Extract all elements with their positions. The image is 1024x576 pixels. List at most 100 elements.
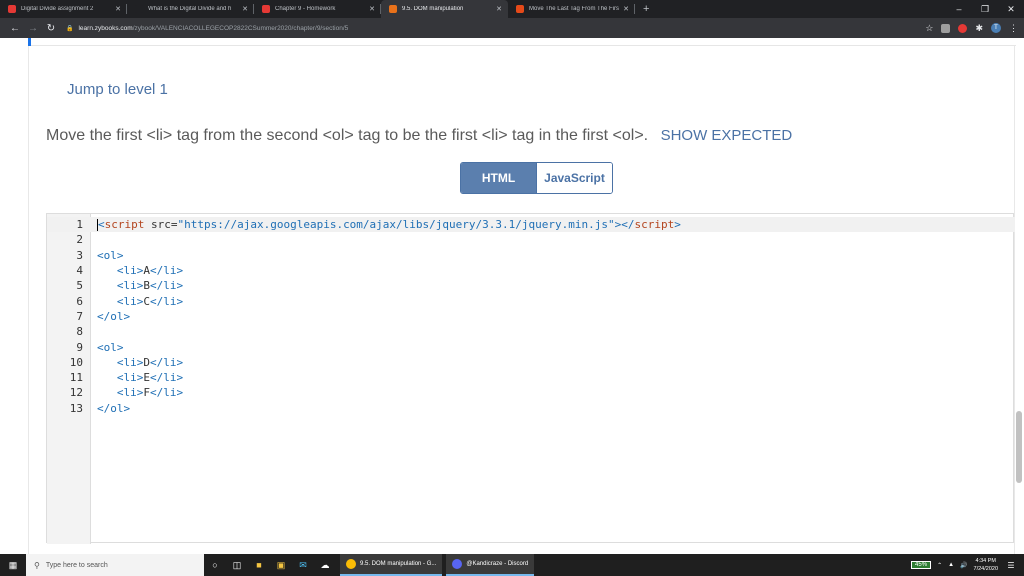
windows-start-icon[interactable]: ▦	[0, 554, 26, 576]
code-token: <li>	[97, 279, 144, 293]
code-token: ></	[614, 218, 635, 232]
windows-taskbar: ▦ ⚲ Type here to search ○ ◫ ■ ▣ ✉ ☁ 9.5.…	[0, 554, 1024, 576]
extension-icon[interactable]	[941, 23, 951, 33]
show-expected-button[interactable]: SHOW EXPECTED	[661, 127, 793, 144]
line-number: 11	[69, 371, 83, 385]
close-tab-icon[interactable]: ✕	[496, 5, 502, 13]
code-token: script	[634, 218, 675, 232]
code-line[interactable]: 6 <li>C</li>	[47, 293, 1015, 308]
line-number: 1	[76, 218, 83, 232]
clock[interactable]: 4:34 PM 7/24/2020	[974, 557, 998, 573]
browser-tab[interactable]: Move The Last Tag From The Firs ✕	[508, 0, 635, 18]
code-token: B	[143, 279, 150, 293]
zy-icon	[389, 5, 397, 13]
close-tab-icon[interactable]: ✕	[242, 5, 248, 13]
volume-icon[interactable]: 🔊	[960, 562, 967, 569]
line-code: <li>E</li>	[97, 371, 183, 384]
page-scrollbar[interactable]	[1016, 411, 1022, 483]
taskbar-apps: 9.5. DOM manipulation - G... @Kandicraze …	[336, 554, 535, 576]
code-line[interactable]: 5 <li>B</li>	[47, 278, 1015, 293]
code-token: </li>	[149, 371, 184, 385]
tray-chevron-icon[interactable]: ⌃	[937, 562, 942, 569]
m-icon	[135, 5, 143, 13]
taskbar-app[interactable]: 9.5. DOM manipulation - G...	[340, 554, 443, 576]
code-line[interactable]: 10 <li>D</li>	[47, 355, 1015, 370]
line-code: </ol>	[97, 310, 130, 323]
browser-tab[interactable]: What is the Digital Divide and h ✕	[127, 0, 254, 18]
forward-icon[interactable]: →	[24, 23, 42, 34]
extensions-puzzle-icon[interactable]: ✱	[975, 23, 983, 34]
browser-tab[interactable]: 9.5. DOM manipulation ✕	[381, 0, 508, 18]
code-token: <li>	[97, 294, 144, 308]
browser-tab[interactable]: Digital Divide assignment 2 ✕	[0, 0, 127, 18]
tab-title: What is the Digital Divide and h	[148, 6, 232, 12]
line-code: <li>A</li>	[97, 264, 183, 277]
line-code: <li>F</li>	[97, 386, 183, 399]
code-token: </li>	[149, 294, 184, 308]
minimize-icon[interactable]: –	[946, 4, 972, 14]
taskbar-search[interactable]: ⚲ Type here to search	[26, 554, 204, 576]
code-line[interactable]: 8	[47, 324, 1015, 339]
close-tab-icon[interactable]: ✕	[369, 5, 375, 13]
code-line[interactable]: 13 </ol>	[47, 401, 1015, 416]
page-top-border	[28, 38, 1016, 46]
line-number: 13	[69, 401, 83, 415]
menu-kebab-icon[interactable]: ⋮	[1009, 23, 1018, 34]
wifi-icon[interactable]: ▲	[948, 562, 954, 568]
code-token: <li>	[97, 371, 144, 385]
battery-indicator[interactable]: 45%	[911, 561, 932, 569]
reload-icon[interactable]: ↻	[42, 23, 60, 34]
close-tab-icon[interactable]: ✕	[623, 5, 629, 13]
line-number: 5	[76, 279, 83, 293]
line-number: 10	[69, 355, 83, 369]
back-icon[interactable]: ←	[6, 23, 24, 34]
code-lines: 1 <script src="https://ajax.googleapis.co…	[47, 217, 1015, 416]
taskbar-app-label: 9.5. DOM manipulation - G...	[360, 561, 437, 567]
line-code: <ol>	[97, 249, 124, 262]
task-view-icon[interactable]: ◫	[226, 554, 248, 576]
line-number: 12	[69, 386, 83, 400]
code-token: script	[104, 218, 145, 232]
notifications-icon[interactable]: ☰	[1004, 561, 1018, 570]
browser-toolbar: ← → ↻ 🔒 learn.zybooks.com /zybook/VALENC…	[0, 18, 1024, 38]
page-content: Jump to level 1 Move the first <li> tag …	[0, 38, 1024, 554]
code-token: <li>	[97, 264, 144, 278]
cortana-icon[interactable]: ○	[204, 554, 226, 576]
code-line[interactable]: 3 <ol>	[47, 248, 1015, 263]
code-token: A	[143, 264, 150, 278]
line-number: 3	[76, 248, 83, 262]
tab-javascript[interactable]: JavaScript	[536, 163, 612, 193]
c-icon	[516, 5, 524, 13]
onedrive-icon[interactable]: ☁	[314, 554, 336, 576]
taskbar-app[interactable]: @Kandicraze - Discord	[446, 554, 535, 576]
store-icon[interactable]: ▣	[270, 554, 292, 576]
content-border-left	[28, 46, 29, 554]
bookmark-star-icon[interactable]: ☆	[925, 23, 933, 34]
address-bar[interactable]: 🔒 learn.zybooks.com /zybook/VALENCIACOLL…	[66, 25, 925, 32]
zybooks-v-icon	[8, 5, 16, 13]
file-explorer-icon[interactable]: ■	[248, 554, 270, 576]
adblock-icon[interactable]	[958, 23, 968, 33]
code-line[interactable]: 11 <li>E</li>	[47, 370, 1015, 385]
code-line[interactable]: 1 <script src="https://ajax.googleapis.co…	[47, 217, 1015, 233]
browser-tab[interactable]: Chapter 9 - Homework ✕	[254, 0, 381, 18]
new-tab-button[interactable]: +	[635, 0, 657, 18]
profile-avatar[interactable]: T	[991, 23, 1001, 33]
mail-icon[interactable]: ✉	[292, 554, 314, 576]
code-line[interactable]: 7 </ol>	[47, 309, 1015, 324]
instruction-text: Move the first <li> tag from the second …	[46, 127, 792, 145]
code-line[interactable]: 12 <li>F</li>	[47, 385, 1015, 400]
code-token: C	[143, 294, 150, 308]
close-window-icon[interactable]: ✕	[998, 4, 1024, 15]
tab-html[interactable]: HTML	[461, 163, 536, 193]
restore-icon[interactable]: ❐	[972, 4, 998, 15]
close-tab-icon[interactable]: ✕	[115, 5, 121, 13]
code-editor[interactable]: 1 <script src="https://ajax.googleapis.co…	[46, 213, 1015, 544]
code-token: </li>	[149, 279, 184, 293]
jump-to-level-link[interactable]: Jump to level 1	[67, 81, 168, 98]
code-token: <ol>	[97, 340, 124, 354]
search-icon: ⚲	[34, 560, 40, 570]
code-line[interactable]: 2	[47, 232, 1015, 247]
code-line[interactable]: 4 <li>A</li>	[47, 263, 1015, 278]
code-line[interactable]: 9 <ol>	[47, 339, 1015, 354]
